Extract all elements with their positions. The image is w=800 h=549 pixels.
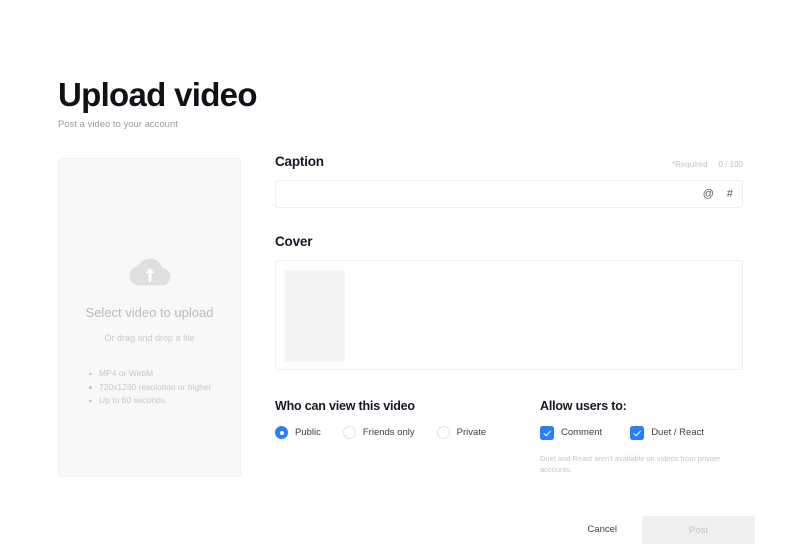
mention-icon[interactable]: @ — [703, 188, 714, 200]
upload-requirements-list: MP4 or WebM 720x1280 resolution or highe… — [59, 367, 211, 408]
upload-video-page: Upload video Post a video to your accoun… — [0, 0, 800, 549]
radio-friends-only[interactable]: Friends only — [342, 426, 415, 439]
caption-input[interactable]: @ # — [275, 180, 743, 208]
checkbox-label: Duet / React — [651, 427, 704, 438]
list-item: 720x1280 resolution or higher — [89, 381, 211, 395]
radio-private[interactable]: Private — [436, 426, 487, 439]
radio-label: Friends only — [362, 426, 415, 438]
form-fields: Caption *Required 0 / 100 @ # Cover — [275, 153, 743, 370]
radio-label: Private — [456, 426, 487, 438]
checkbox-indicator[interactable] — [540, 426, 554, 440]
caption-label: Caption — [275, 154, 324, 169]
radio-indicator[interactable] — [275, 426, 288, 439]
visibility-title: Who can view this video — [275, 399, 415, 413]
cover-thumbnail[interactable] — [285, 270, 345, 362]
visibility-group: Who can view this video Public Friends o… — [275, 398, 540, 475]
cover-field-group: Cover — [275, 233, 743, 370]
permissions-checkbox-row: Comment Duet / React — [540, 426, 743, 440]
list-item: Up to 60 seconds — [89, 394, 211, 408]
caption-meta: *Required 0 / 100 — [672, 159, 743, 170]
radio-public[interactable]: Public — [275, 426, 321, 439]
permissions-note: Duet and React aren't available on video… — [540, 454, 721, 474]
list-item: MP4 or WebM — [89, 367, 211, 381]
caption-character-counter: 0 / 100 — [718, 160, 743, 169]
upload-dropzone-subtitle: Or drag and drop a file — [104, 333, 195, 343]
video-upload-dropzone[interactable]: Select video to upload Or drag and drop … — [58, 158, 241, 477]
caption-required-text: *Required — [671, 160, 708, 169]
visibility-radio-row: Public Friends only Private — [275, 426, 540, 439]
caption-field-header: Caption *Required 0 / 100 — [275, 153, 743, 170]
upload-dropzone-title: Select video to upload — [85, 305, 214, 320]
radio-indicator[interactable] — [342, 426, 356, 439]
hashtag-icon[interactable]: # — [727, 188, 733, 200]
permissions-title: Allow users to: — [540, 399, 627, 413]
form-footer: Cancel Post — [275, 516, 755, 544]
checkbox-comment[interactable]: Comment — [540, 426, 602, 440]
page-subtitle: Post a video to your account — [58, 119, 178, 130]
page-title: Upload video — [58, 76, 257, 113]
checkbox-label: Comment — [561, 427, 603, 438]
radio-indicator[interactable] — [436, 426, 450, 439]
checkbox-duet-react[interactable]: Duet / React — [630, 426, 704, 440]
cloud-upload-icon — [128, 255, 172, 289]
post-button[interactable]: Post — [642, 516, 755, 544]
cover-label: Cover — [275, 234, 313, 249]
checkbox-indicator[interactable] — [630, 426, 645, 440]
caption-field-group: Caption *Required 0 / 100 @ # — [275, 153, 743, 208]
page-header: Upload video Post a video to your accoun… — [58, 76, 748, 131]
options-section: Who can view this video Public Friends o… — [275, 398, 743, 475]
cover-selector[interactable] — [275, 260, 743, 370]
cancel-button[interactable]: Cancel — [587, 524, 617, 536]
radio-label: Public — [295, 426, 321, 438]
permissions-group: Allow users to: Comment Duet / React Due… — [540, 398, 743, 475]
